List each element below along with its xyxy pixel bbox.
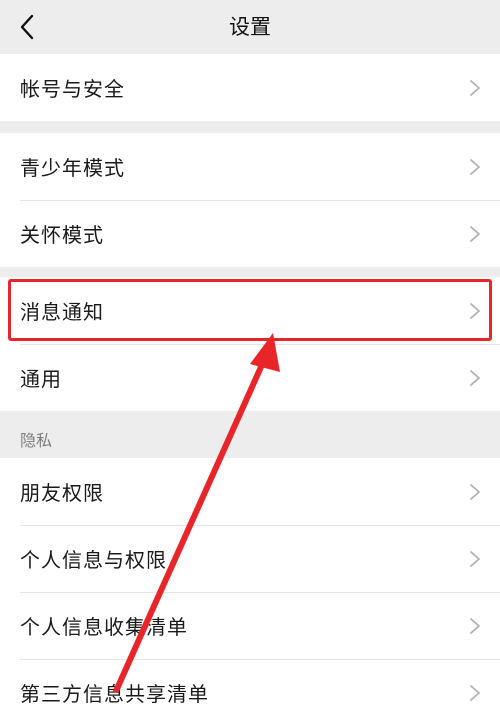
chevron-right-icon [470,158,480,175]
settings-item-care-mode[interactable]: 关怀模式 [0,200,500,267]
settings-item-third-party-sharing[interactable]: 第三方信息共享清单 [0,659,500,726]
settings-item-label: 朋友权限 [20,481,104,505]
chevron-right-icon [470,483,480,500]
chevron-right-icon [470,79,480,96]
settings-item-personal-info-collection[interactable]: 个人信息收集清单 [0,592,500,659]
settings-item-label: 第三方信息共享清单 [20,682,209,706]
settings-item-account-security[interactable]: 帐号与安全 [0,54,500,121]
chevron-right-icon [470,302,480,319]
settings-group-privacy: 朋友权限 个人信息与权限 个人信息收集清单 第三方信息共享清单 [0,458,500,726]
settings-item-label: 消息通知 [20,300,104,324]
settings-group-general: 消息通知 通用 [0,277,500,411]
page-title: 设置 [229,15,271,39]
settings-item-label: 青少年模式 [20,156,125,180]
settings-item-label: 通用 [20,367,62,391]
settings-item-notifications[interactable]: 消息通知 [0,277,500,344]
chevron-right-icon [470,550,480,567]
settings-item-teen-mode[interactable]: 青少年模式 [0,133,500,200]
chevron-right-icon [470,617,480,634]
settings-item-personal-info-permissions[interactable]: 个人信息与权限 [0,525,500,592]
settings-item-label: 帐号与安全 [20,77,125,101]
settings-item-label: 关怀模式 [20,223,104,247]
settings-item-general[interactable]: 通用 [0,344,500,411]
section-title-privacy: 隐私 [20,431,53,450]
settings-group-modes: 青少年模式 关怀模式 [0,133,500,267]
settings-item-label: 个人信息收集清单 [20,615,188,639]
chevron-right-icon [470,369,480,386]
chevron-right-icon [470,684,480,701]
settings-group-account: 帐号与安全 [0,54,500,121]
settings-item-friend-permissions[interactable]: 朋友权限 [0,458,500,525]
navigation-bar: 设置 [0,0,500,54]
settings-item-label: 个人信息与权限 [20,548,167,572]
chevron-right-icon [470,225,480,242]
